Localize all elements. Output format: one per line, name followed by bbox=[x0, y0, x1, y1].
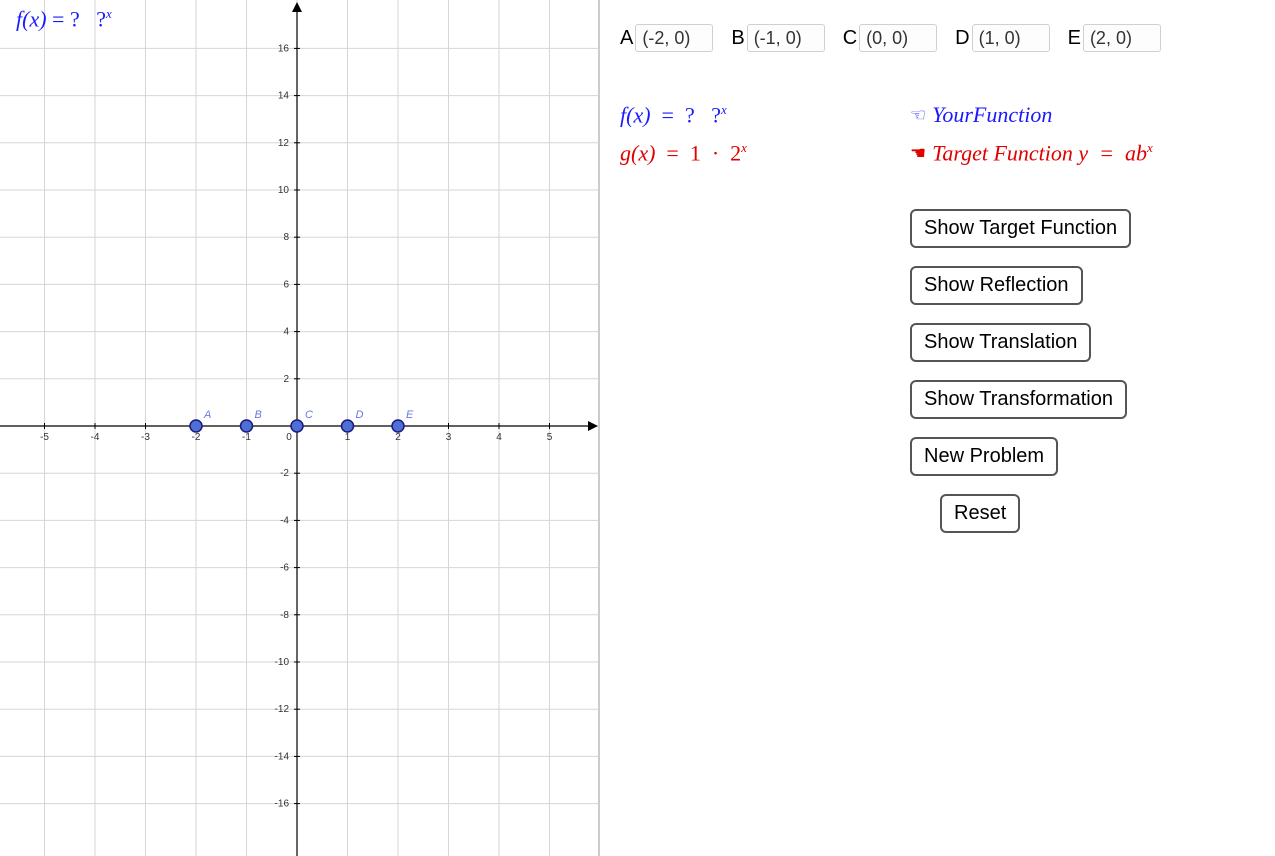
graph-point[interactable] bbox=[392, 420, 404, 432]
button-column: Show Target Function Show Reflection Sho… bbox=[910, 209, 1255, 533]
graph-panel[interactable]: -5-4-3-2-1123450-16-14-12-10-8-6-4-22468… bbox=[0, 0, 600, 856]
point-d-input[interactable] bbox=[972, 24, 1050, 52]
svg-text:2: 2 bbox=[395, 432, 401, 443]
svg-text:-2: -2 bbox=[280, 468, 289, 479]
show-reflection-button[interactable]: Show Reflection bbox=[910, 266, 1083, 305]
fx-exp: x bbox=[106, 6, 112, 21]
svg-text:10: 10 bbox=[278, 185, 290, 196]
svg-text:6: 6 bbox=[283, 279, 289, 290]
svg-text:B: B bbox=[255, 409, 262, 421]
fx-overlay: f(x) = ? ?x bbox=[16, 6, 112, 32]
svg-text:-3: -3 bbox=[141, 432, 150, 443]
svg-text:-10: -10 bbox=[275, 657, 290, 668]
svg-text:4: 4 bbox=[283, 327, 289, 338]
point-a-input[interactable] bbox=[635, 24, 713, 52]
point-a-label: A bbox=[620, 27, 633, 50]
svg-text:-4: -4 bbox=[91, 432, 100, 443]
formula-f: f(x) = ? ?x bbox=[620, 102, 860, 128]
graph-point[interactable] bbox=[190, 420, 202, 432]
svg-text:-2: -2 bbox=[192, 432, 201, 443]
svg-text:-16: -16 bbox=[275, 799, 290, 810]
svg-text:8: 8 bbox=[283, 232, 289, 243]
svg-text:14: 14 bbox=[278, 91, 290, 102]
svg-text:16: 16 bbox=[278, 43, 290, 54]
svg-text:C: C bbox=[305, 409, 313, 421]
svg-text:-8: -8 bbox=[280, 610, 289, 621]
show-transformation-button[interactable]: Show Transformation bbox=[910, 380, 1127, 419]
point-d-label: D bbox=[955, 27, 969, 50]
svg-text:4: 4 bbox=[496, 432, 502, 443]
legend-your-function: ☜ YourFunction bbox=[910, 102, 1255, 128]
svg-text:12: 12 bbox=[278, 138, 290, 149]
fx-a: ? bbox=[70, 6, 80, 31]
graph-point[interactable] bbox=[291, 420, 303, 432]
svg-text:-12: -12 bbox=[275, 704, 290, 715]
point-b-label: B bbox=[731, 27, 744, 50]
point-b-input[interactable] bbox=[747, 24, 825, 52]
legend-target-function: ☚ Target Function y = abx bbox=[910, 140, 1255, 166]
show-target-button[interactable]: Show Target Function bbox=[910, 209, 1131, 248]
svg-text:5: 5 bbox=[547, 432, 553, 443]
fx-eq: = bbox=[52, 6, 64, 31]
fx-lhs: f(x) bbox=[16, 6, 47, 31]
point-c-input[interactable] bbox=[859, 24, 937, 52]
new-problem-button[interactable]: New Problem bbox=[910, 437, 1058, 476]
svg-text:-6: -6 bbox=[280, 563, 289, 574]
hand-left-icon: ☚ bbox=[910, 144, 926, 162]
graph-point[interactable] bbox=[342, 420, 354, 432]
point-e-label: E bbox=[1068, 27, 1081, 50]
fx-b: ? bbox=[96, 6, 106, 31]
svg-text:1: 1 bbox=[345, 432, 351, 443]
reset-button[interactable]: Reset bbox=[940, 494, 1020, 533]
hand-left-icon: ☜ bbox=[910, 106, 926, 124]
formula-g: g(x) = 1 · 2x bbox=[620, 140, 860, 166]
svg-text:-5: -5 bbox=[40, 432, 49, 443]
svg-text:D: D bbox=[356, 409, 364, 421]
coordinate-grid: -5-4-3-2-1123450-16-14-12-10-8-6-4-22468… bbox=[0, 0, 600, 856]
svg-text:A: A bbox=[203, 409, 211, 421]
svg-text:-14: -14 bbox=[275, 751, 290, 762]
svg-text:-4: -4 bbox=[280, 515, 289, 526]
controls-panel: A B C D E f(x) bbox=[600, 0, 1275, 856]
point-e-input[interactable] bbox=[1083, 24, 1161, 52]
graph-point[interactable] bbox=[241, 420, 253, 432]
svg-text:2: 2 bbox=[283, 374, 289, 385]
svg-text:E: E bbox=[406, 409, 414, 421]
show-translation-button[interactable]: Show Translation bbox=[910, 323, 1091, 362]
point-c-label: C bbox=[843, 27, 857, 50]
svg-text:0: 0 bbox=[286, 432, 292, 443]
svg-text:-1: -1 bbox=[242, 432, 251, 443]
svg-text:3: 3 bbox=[446, 432, 452, 443]
points-row: A B C D E bbox=[620, 24, 1255, 52]
